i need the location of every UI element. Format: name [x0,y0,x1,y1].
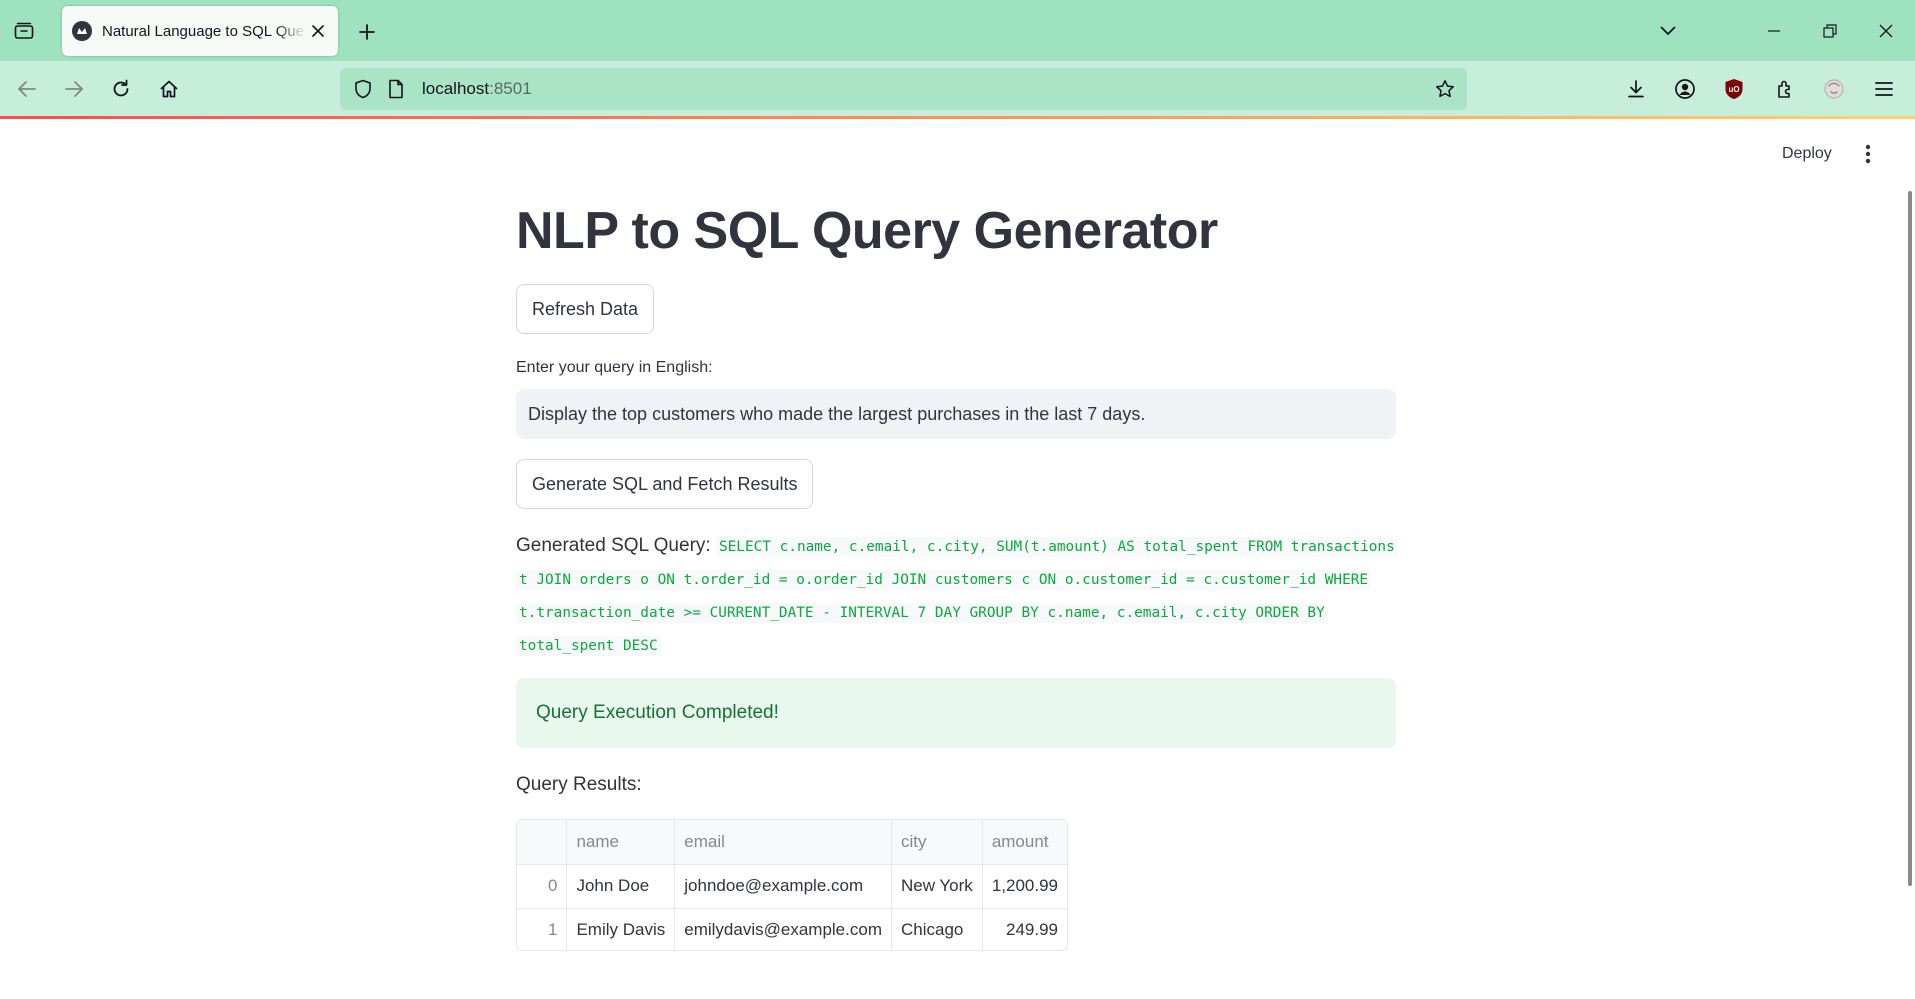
back-arrow-icon[interactable] [11,73,43,105]
generated-sql-block: Generated SQL Query: SELECT c.name, c.em… [516,530,1398,662]
home-icon[interactable] [153,73,185,105]
navigation-bar: localhost:8501 uO [0,61,1915,117]
generate-sql-button[interactable]: Generate SQL and Fetch Results [516,459,814,509]
success-message: Query Execution Completed! [536,702,779,723]
results-table[interactable]: name email city amount 0 John Doe johndo… [516,819,1068,951]
refresh-data-button[interactable]: Refresh Data [516,284,655,334]
column-header-email[interactable]: email [674,820,892,865]
row-index[interactable]: 1 [517,908,568,950]
tab-title: Natural Language to SQL Query Generator [102,22,306,40]
url-text[interactable]: localhost:8501 [422,79,532,99]
table-header-row: name email city amount [517,820,1067,865]
browser-tab[interactable]: Natural Language to SQL Query Generator [62,6,338,56]
account-icon[interactable] [1669,73,1701,105]
profile-icon[interactable] [1818,73,1850,105]
cell-email[interactable]: emilydavis@example.com [674,908,892,950]
ublock-icon[interactable]: uO [1718,73,1750,105]
url-bar[interactable]: localhost:8501 [340,68,1467,110]
reload-icon[interactable] [105,73,137,105]
column-header-city[interactable]: city [891,820,983,865]
app-container: Deploy NLP to SQL Query Generator Refres… [0,119,1915,999]
download-icon[interactable] [1620,73,1652,105]
column-header-amount[interactable]: amount [982,820,1067,865]
cell-name[interactable]: Emily Davis [566,908,676,950]
success-alert: Query Execution Completed! [516,678,1396,748]
cell-amount[interactable]: 249.99 [982,908,1067,950]
extensions-icon[interactable] [1769,73,1801,105]
column-header-name[interactable]: name [566,820,676,865]
column-header-index[interactable] [517,820,568,865]
query-input-label: Enter your query in English: [516,359,713,376]
kebab-menu-icon[interactable] [1856,139,1880,169]
plus-icon[interactable] [352,18,382,46]
cell-email[interactable]: johndoe@example.com [674,864,892,909]
url-port: :8501 [489,79,532,98]
row-index[interactable]: 0 [517,864,568,909]
shield-icon[interactable] [352,78,374,100]
restore-icon[interactable] [1812,14,1848,48]
scrollbar[interactable] [1908,191,1912,886]
tab-list-icon[interactable] [10,18,38,44]
cell-name[interactable]: John Doe [566,864,676,909]
cell-city[interactable]: Chicago [891,908,983,950]
cell-amount[interactable]: 1,200.99 [982,864,1067,909]
deploy-button[interactable]: Deploy [1770,139,1844,169]
table-row: 0 John Doe johndoe@example.com New York … [517,864,1067,909]
generated-sql-label: Generated SQL Query: [516,535,711,556]
minimize-icon[interactable] [1756,14,1792,48]
chevron-down-icon[interactable] [1650,14,1686,48]
page-icon[interactable] [385,78,407,100]
window-close-icon[interactable] [1868,14,1904,48]
table-row: 1 Emily Davis emilydavis@example.com Chi… [517,908,1067,950]
forward-arrow-icon[interactable] [58,73,90,105]
url-host: localhost [422,79,490,98]
svg-text:uO: uO [1728,85,1739,94]
page-title: NLP to SQL Query Generator [516,202,1218,260]
tab-bar: Natural Language to SQL Query Generator [0,0,1915,61]
close-icon[interactable] [308,21,328,41]
menu-icon[interactable] [1868,73,1900,105]
query-input[interactable] [516,389,1396,439]
streamlit-favicon-icon [72,21,92,41]
cell-city[interactable]: New York [891,864,983,909]
star-icon[interactable] [1433,77,1457,101]
query-results-label: Query Results: [516,774,642,795]
